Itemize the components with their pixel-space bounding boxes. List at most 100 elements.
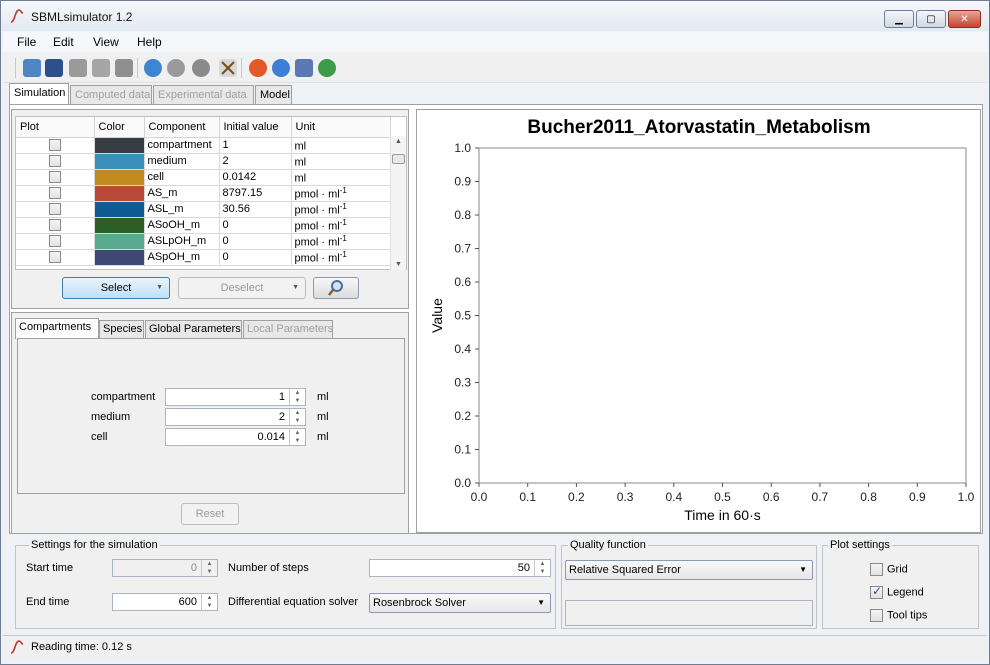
- initial-value-cell[interactable]: 0: [219, 249, 292, 266]
- deselect-button[interactable]: Deselect ▼: [178, 277, 306, 299]
- search-button[interactable]: [313, 277, 359, 299]
- color-swatch[interactable]: [94, 153, 144, 169]
- scroll-down-icon[interactable]: ▼: [395, 261, 402, 268]
- plot-checkbox-cell[interactable]: [16, 233, 95, 250]
- plot-checkbox-cell[interactable]: [16, 249, 95, 266]
- tab-local-parameters[interactable]: Local Parameters: [243, 320, 333, 338]
- run-icon[interactable]: [144, 59, 162, 77]
- initial-value-cell[interactable]: 30.56: [219, 201, 292, 218]
- plot-checkbox[interactable]: [48, 251, 61, 264]
- initial-value-cell[interactable]: 0: [219, 217, 292, 234]
- color-swatch[interactable]: [94, 201, 144, 217]
- table-row[interactable]: ASoOH_m 0 pmol · ml-1: [16, 217, 391, 234]
- plot-checkbox[interactable]: [48, 235, 61, 248]
- plot-checkbox-cell[interactable]: [16, 217, 95, 234]
- color-cell[interactable]: [94, 169, 145, 186]
- tab-compartments[interactable]: Compartments: [15, 318, 99, 339]
- grid-checkbox[interactable]: Grid: [870, 563, 908, 576]
- close-button[interactable]: ✕: [948, 10, 981, 28]
- select-button[interactable]: Select ▼: [62, 277, 170, 299]
- color-cell[interactable]: [94, 185, 145, 202]
- color-cell[interactable]: [94, 233, 145, 250]
- color-cell[interactable]: [94, 137, 145, 154]
- start-time-spinner[interactable]: 0 ▲ ▼: [112, 559, 218, 577]
- table-scrollbar[interactable]: ▲ ▼: [390, 136, 406, 270]
- plot-checkbox[interactable]: [48, 203, 61, 216]
- spin-arrows-icon[interactable]: ▲ ▼: [289, 389, 305, 405]
- plot-checkbox[interactable]: [48, 171, 61, 184]
- color-swatch[interactable]: [94, 137, 144, 153]
- reset-button[interactable]: Reset: [181, 503, 239, 525]
- medium-spinner[interactable]: 2 ▲ ▼: [165, 408, 306, 426]
- stop-icon[interactable]: [167, 59, 185, 77]
- tooltips-checkbox[interactable]: Tool tips: [870, 609, 927, 622]
- plot-checkbox-cell[interactable]: [16, 137, 95, 154]
- table-row[interactable]: ASLpOH_m 0 pmol · ml-1: [16, 233, 391, 250]
- tab-computed-data[interactable]: Computed data: [70, 85, 152, 105]
- plot-checkbox-cell[interactable]: [16, 169, 95, 186]
- quality-function-dropdown[interactable]: Relative Squared Error ▼: [565, 560, 813, 580]
- table-row[interactable]: ASL_m 30.56 pmol · ml-1: [16, 201, 391, 218]
- color-swatch[interactable]: [94, 217, 144, 233]
- end-time-spinner[interactable]: 600 ▲ ▼: [112, 593, 218, 611]
- scroll-up-icon[interactable]: ▲: [395, 138, 402, 145]
- maximize-button[interactable]: ▢: [916, 10, 946, 28]
- plot-checkbox[interactable]: [48, 139, 61, 152]
- spin-arrows-icon[interactable]: ▲ ▼: [201, 560, 217, 576]
- initial-value-cell[interactable]: 1: [219, 137, 292, 154]
- tab-global-parameters[interactable]: Global Parameters: [145, 320, 242, 338]
- table-row[interactable]: ASpOH_m 0 pmol · ml-1: [16, 249, 391, 266]
- color-cell[interactable]: [94, 217, 145, 234]
- initial-value-cell[interactable]: 2: [219, 153, 292, 170]
- initial-value-cell[interactable]: 0.0142: [219, 169, 292, 186]
- spin-arrows-icon[interactable]: ▲ ▼: [289, 429, 305, 445]
- spin-arrows-icon[interactable]: ▲ ▼: [201, 594, 217, 610]
- color-swatch[interactable]: [94, 249, 144, 265]
- open-folder-icon[interactable]: [23, 59, 41, 77]
- export-icon[interactable]: [92, 59, 110, 77]
- color-swatch[interactable]: [94, 185, 144, 201]
- menu-edit[interactable]: Edit: [53, 35, 74, 49]
- spiral-icon[interactable]: [192, 59, 210, 77]
- plot-checkbox-cell[interactable]: [16, 185, 95, 202]
- tools-icon[interactable]: [219, 59, 237, 77]
- column-header-color[interactable]: Color: [94, 117, 145, 138]
- column-header-component[interactable]: Component: [144, 117, 220, 138]
- menu-file[interactable]: File: [17, 35, 36, 49]
- spin-arrows-icon[interactable]: ▲ ▼: [534, 560, 550, 576]
- color-cell[interactable]: [94, 153, 145, 170]
- plot-checkbox[interactable]: [48, 155, 61, 168]
- web-icon[interactable]: [318, 59, 336, 77]
- table-row[interactable]: cell 0.0142 ml: [16, 169, 391, 186]
- cell-spinner[interactable]: 0.014 ▲ ▼: [165, 428, 306, 446]
- delete-icon[interactable]: [115, 59, 133, 77]
- menu-help[interactable]: Help: [137, 35, 162, 49]
- tab-model[interactable]: Model: [255, 85, 292, 105]
- legend-checkbox[interactable]: Legend: [870, 584, 924, 599]
- checkbox-icon[interactable]: [870, 563, 883, 576]
- spin-arrows-icon[interactable]: ▲ ▼: [289, 409, 305, 425]
- checkbox-checked-icon[interactable]: [870, 584, 883, 599]
- plot-checkbox[interactable]: [48, 219, 61, 232]
- solver-dropdown[interactable]: Rosenbrock Solver ▼: [369, 593, 551, 613]
- tab-experimental-data[interactable]: Experimental data: [153, 85, 254, 105]
- info-icon[interactable]: [272, 59, 290, 77]
- color-cell[interactable]: [94, 201, 145, 218]
- color-cell[interactable]: [94, 249, 145, 266]
- save-icon[interactable]: [45, 59, 63, 77]
- help-lifebuoy-icon[interactable]: [249, 59, 267, 77]
- plot-checkbox-cell[interactable]: [16, 201, 95, 218]
- minimize-button[interactable]: ▁: [884, 10, 914, 28]
- column-header-unit[interactable]: Unit: [291, 117, 391, 138]
- plot-checkbox[interactable]: [48, 187, 61, 200]
- table-row[interactable]: AS_m 8797.15 pmol · ml-1: [16, 185, 391, 202]
- checkbox-icon[interactable]: [870, 609, 883, 622]
- table-row[interactable]: medium 2 ml: [16, 153, 391, 170]
- initial-value-cell[interactable]: 8797.15: [219, 185, 292, 202]
- menu-view[interactable]: View: [93, 35, 119, 49]
- tab-species[interactable]: Species: [99, 320, 144, 338]
- color-swatch[interactable]: [94, 233, 144, 249]
- tab-simulation[interactable]: Simulation: [9, 83, 69, 105]
- initial-value-cell[interactable]: 0: [219, 233, 292, 250]
- color-swatch[interactable]: [94, 169, 144, 185]
